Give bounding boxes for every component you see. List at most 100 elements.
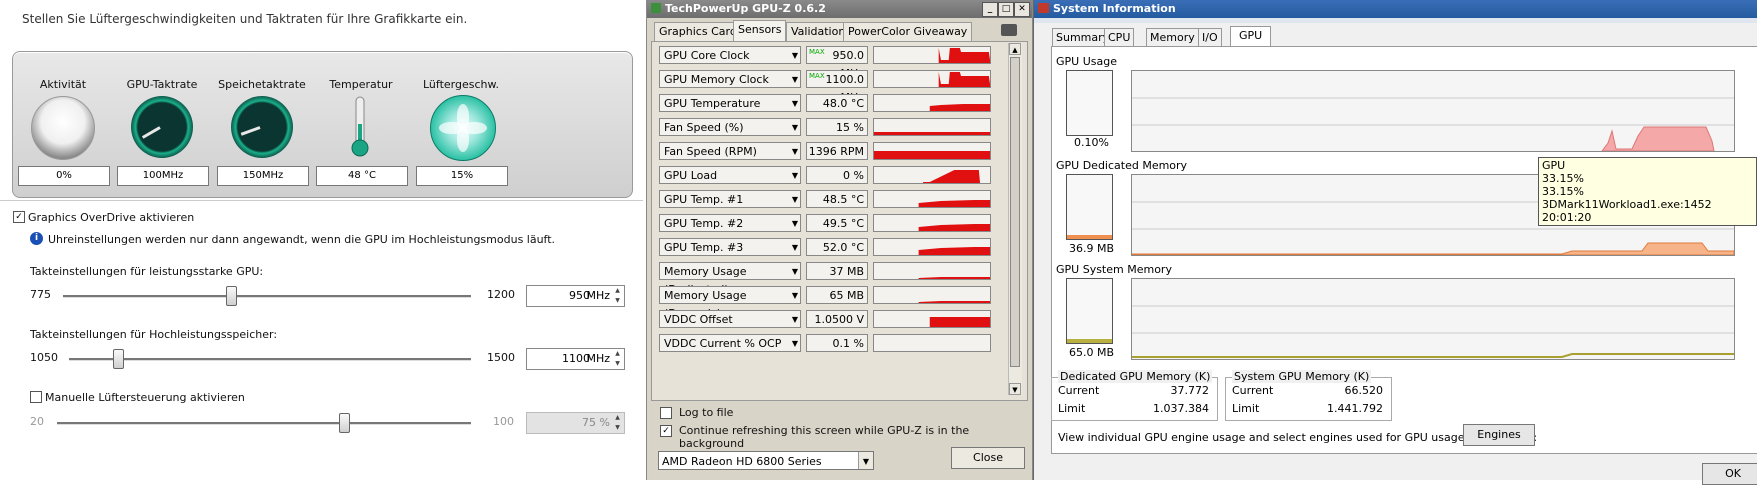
close-button[interactable]: Close (951, 447, 1025, 469)
memory-clock-setting-label: Takteinstellungen für Hochleistungsspeic… (30, 328, 278, 341)
chevron-down-icon[interactable]: ▼ (792, 287, 798, 305)
scroll-down-icon[interactable]: ▼ (1009, 383, 1021, 395)
sensor-name-dropdown[interactable]: GPU Load ▼ (659, 166, 801, 184)
tab-cpu[interactable]: CPU (1104, 28, 1135, 46)
sensor-name-dropdown[interactable]: GPU Temperature ▼ (659, 94, 801, 112)
chevron-down-icon[interactable]: ▼ (792, 47, 798, 65)
info-text: Uhreinstellungen werden nur dann angewan… (48, 233, 556, 246)
sensor-scrollbar[interactable]: ▲ ▼ (1008, 43, 1022, 395)
dedicated-memory-value: 36.9 MB (1069, 242, 1115, 255)
log-to-file-checkbox[interactable] (660, 407, 672, 419)
spin-down-icon[interactable]: ▼ (612, 296, 623, 305)
sensor-name: GPU Temp. #2 (664, 217, 744, 230)
sensor-name-dropdown[interactable]: GPU Temp. #2 ▼ (659, 214, 801, 232)
sensor-value-text: 37 MB (829, 265, 864, 278)
gpu-clock-input[interactable]: 950 MHz ▲ ▼ (526, 285, 625, 307)
tab-gpu[interactable]: GPU (1230, 26, 1272, 47)
card-select[interactable]: AMD Radeon HD 6800 Series ▼ (658, 451, 874, 470)
sensor-name-dropdown[interactable]: GPU Temp. #3 ▼ (659, 238, 801, 256)
menu-strip (1034, 18, 1757, 23)
gpu-clock-gauge (131, 96, 193, 158)
memory-clock-input[interactable]: 1100 MHz ▲ ▼ (526, 348, 625, 370)
spin-up-icon[interactable]: ▲ (612, 413, 623, 422)
tab-validation[interactable]: Validation (786, 22, 851, 41)
fan-max: 100 (493, 415, 514, 428)
sensor-name: GPU Load (664, 169, 718, 182)
tab-memory[interactable]: Memory (1146, 28, 1199, 46)
tab-graphics-card[interactable]: Graphics Card (654, 22, 742, 41)
chevron-down-icon[interactable]: ▼ (792, 335, 798, 353)
sensor-name-dropdown[interactable]: Fan Speed (RPM) ▼ (659, 142, 801, 160)
sensor-value: 0.1 % (806, 334, 868, 352)
manual-fan-checkbox[interactable] (30, 391, 42, 403)
gpu-clock-label: GPU-Taktrate (126, 78, 198, 91)
scroll-thumb[interactable] (1010, 57, 1020, 367)
system-memory-group: System GPU Memory (K) Current 66.520 Lim… (1225, 370, 1392, 421)
chevron-down-icon[interactable]: ▼ (792, 311, 798, 329)
sensor-name-dropdown[interactable]: Memory Usage (Dedicated)▼ (659, 262, 801, 296)
memory-clock-slider[interactable] (113, 349, 125, 369)
chevron-down-icon[interactable]: ▼ (792, 71, 798, 89)
gpuz-title: TechPowerUp GPU-Z 0.6.2 (665, 2, 826, 15)
sensor-sparkline-fill (929, 104, 990, 111)
sensor-name-dropdown[interactable]: GPU Memory Clock ▼ (659, 70, 801, 88)
tab-powercolor-giveaway[interactable]: PowerColor Giveaway (843, 22, 973, 41)
chevron-down-icon[interactable]: ▼ (792, 95, 798, 113)
scroll-up-icon[interactable]: ▲ (1009, 43, 1021, 55)
chevron-down-icon[interactable]: ▼ (792, 143, 798, 161)
overdrive-checkbox[interactable]: ✓ (13, 211, 25, 223)
chevron-down-icon[interactable]: ▼ (792, 263, 798, 281)
sensor-sparkline (938, 72, 990, 87)
tab-io[interactable]: I/O (1198, 28, 1222, 46)
sensor-sparkline-fill (918, 224, 990, 231)
spin-down-icon[interactable]: ▼ (612, 423, 623, 432)
sensor-graph (873, 310, 991, 328)
sensor-name-dropdown[interactable]: Memory Usage (Dynamic)▼ (659, 286, 801, 320)
fan-input[interactable]: 75 % ▲ ▼ (526, 412, 625, 434)
chevron-down-icon[interactable]: ▼ (792, 119, 798, 137)
sysinfo-title: System Information (1053, 2, 1176, 15)
spin-down-icon[interactable]: ▼ (612, 359, 623, 368)
sensor-sparkline-fill (874, 151, 990, 159)
spin-up-icon[interactable]: ▲ (612, 349, 623, 358)
chevron-down-icon[interactable]: ▼ (858, 452, 873, 469)
ok-button[interactable]: OK (1702, 463, 1757, 485)
sensor-sparkline (874, 151, 990, 159)
chevron-down-icon[interactable]: ▼ (792, 215, 798, 233)
sensor-value: 1396 RPM (806, 142, 868, 160)
sensor-name-dropdown[interactable]: GPU Temp. #1 ▼ (659, 190, 801, 208)
system-memory-label: GPU System Memory (1056, 263, 1172, 276)
sensor-name-dropdown[interactable]: Fan Speed (%) ▼ (659, 118, 801, 136)
spin-up-icon[interactable]: ▲ (612, 286, 623, 295)
gpu-clock-slider[interactable] (226, 286, 238, 306)
sensor-name-dropdown[interactable]: GPU Core Clock ▼ (659, 46, 801, 64)
sensor-graph (873, 214, 991, 232)
camera-icon[interactable] (1001, 24, 1017, 36)
system-group-title: System GPU Memory (K) (1232, 370, 1372, 383)
tab-sensors[interactable]: Sensors (733, 20, 787, 41)
sensor-name-dropdown[interactable]: VDDC Offset ▼ (659, 310, 801, 328)
manual-fan-checkbox-label: Manuelle Lüftersteuerung aktivieren (45, 391, 245, 404)
sensor-value: 48.5 °C (806, 190, 868, 208)
card-select-value: AMD Radeon HD 6800 Series (662, 455, 822, 468)
fan-input-value: 75 (582, 416, 596, 429)
close-icon[interactable]: ✕ (1014, 2, 1030, 17)
chevron-down-icon[interactable]: ▼ (792, 239, 798, 257)
chevron-down-icon[interactable]: ▼ (792, 167, 798, 185)
gpu-clock-setting-label: Takteinstellungen für leistungsstarke GP… (30, 265, 264, 278)
sensor-row: VDDC Current % OCP ▼ 0.1 % (659, 334, 1007, 354)
tooltip-line: 33.15% 3DMark11Workload1.exe:1452 (1542, 185, 1712, 211)
maximize-icon[interactable]: □ (998, 2, 1014, 17)
sensor-name: GPU Memory Clock (664, 73, 769, 86)
sensor-sparkline (874, 132, 990, 135)
fan-slider[interactable] (338, 413, 350, 433)
gpu-tooltip: GPU 33.15% 33.15% 3DMark11Workload1.exe:… (1538, 157, 1757, 226)
continue-refresh-checkbox[interactable]: ✓ (660, 425, 672, 437)
minimize-icon[interactable]: _ (982, 2, 998, 17)
sensor-name-dropdown[interactable]: VDDC Current % OCP ▼ (659, 334, 801, 352)
engines-button[interactable]: Engines (1463, 424, 1535, 446)
sensor-row: Memory Usage (Dedicated)▼ 37 MB (659, 262, 1007, 296)
memory-clock-track (69, 358, 471, 361)
chevron-down-icon[interactable]: ▼ (792, 191, 798, 209)
sensor-value-text: 1.0500 V (814, 313, 864, 326)
